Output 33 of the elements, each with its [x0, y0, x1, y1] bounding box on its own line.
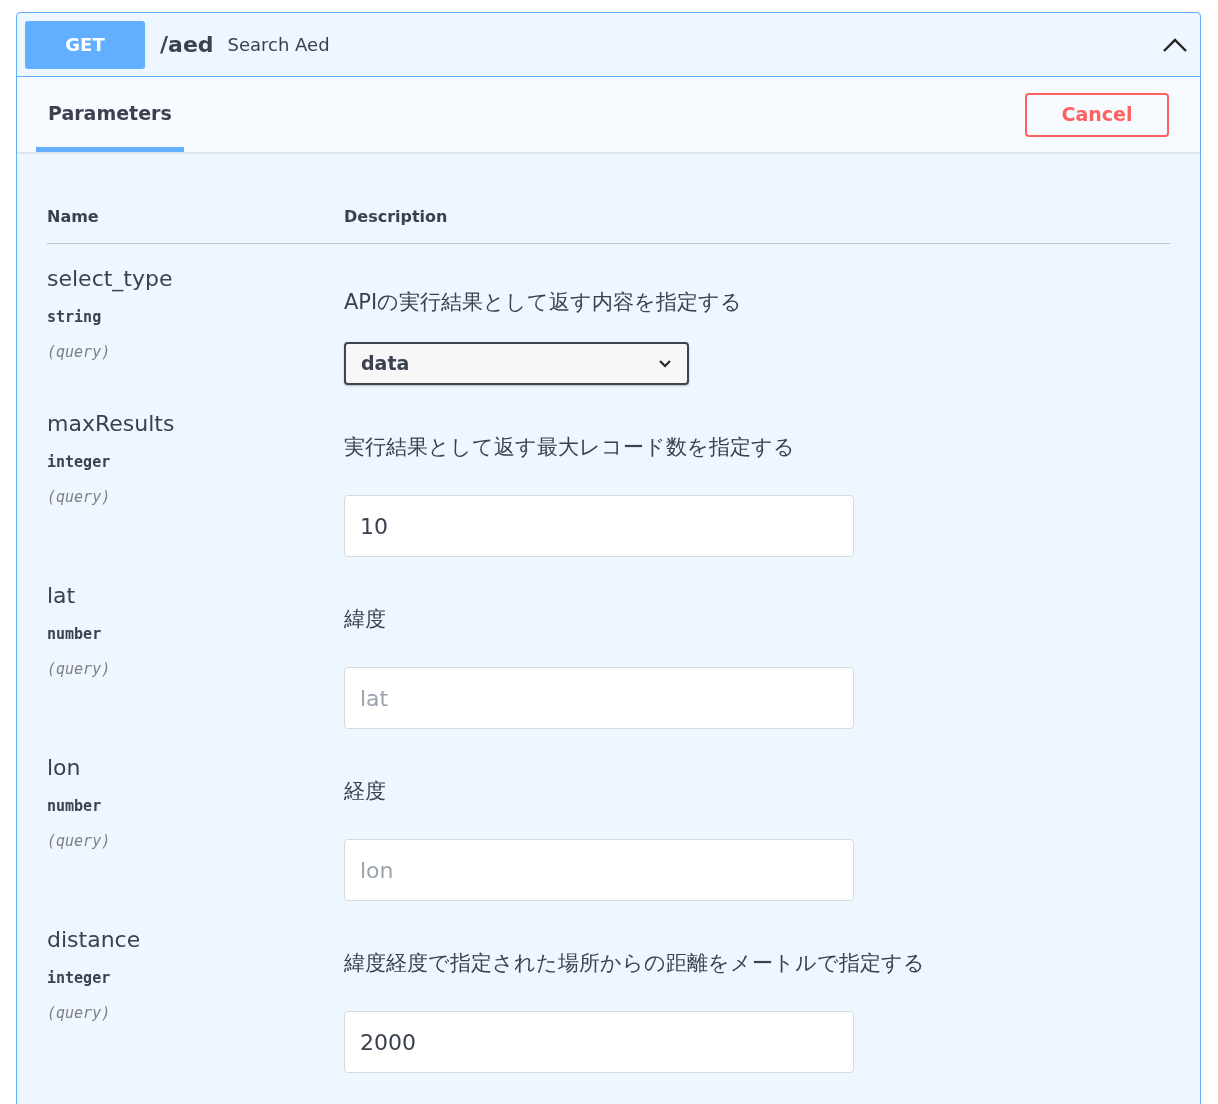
parameter-location: (query) [47, 830, 111, 852]
parameter-type: integer [47, 968, 111, 989]
dropdown[interactable]: data [344, 342, 689, 385]
parameter-name: select_type [47, 265, 173, 294]
column-header: Name [47, 206, 100, 228]
input-field[interactable]: 10 [344, 495, 854, 557]
parameter-name: lon [47, 754, 81, 782]
parameter-location: (query) [47, 658, 111, 680]
input-field[interactable]: lon [344, 839, 854, 901]
parameter-description: 経度 [344, 778, 386, 805]
input-field[interactable]: lat [344, 667, 854, 729]
parameter-type: integer [47, 452, 111, 473]
parameter-type: number [47, 624, 102, 645]
parameter-name: distance [47, 926, 141, 954]
parameter-type: string [47, 307, 102, 328]
chevron-down-icon [658, 359, 672, 368]
parameter-description: APIの実行結果として返す内容を指定する [344, 289, 743, 316]
parameter-location: (query) [47, 341, 111, 363]
chevron-up-icon[interactable] [1162, 36, 1188, 53]
method-badge: GET [25, 20, 145, 69]
parameter-type: number [47, 796, 102, 817]
endpoint-path: /aed [160, 31, 214, 59]
parameter-description: 緯度 [344, 606, 386, 633]
input-field[interactable]: 2000 [344, 1011, 854, 1073]
parameter-description: 緯度経度で指定された場所からの距離をメートルで指定する [344, 950, 925, 977]
parameter-location: (query) [47, 1002, 111, 1024]
column-header: Description [344, 206, 448, 228]
parameter-name: maxResults [47, 410, 175, 438]
parameter-name: lat [47, 582, 76, 610]
tab[interactable]: Parameters [36, 77, 184, 152]
endpoint-summary: Search Aed [227, 33, 330, 57]
parameter-description: 実行結果として返す最大レコード数を指定する [344, 434, 795, 461]
parameter-location: (query) [47, 486, 111, 508]
